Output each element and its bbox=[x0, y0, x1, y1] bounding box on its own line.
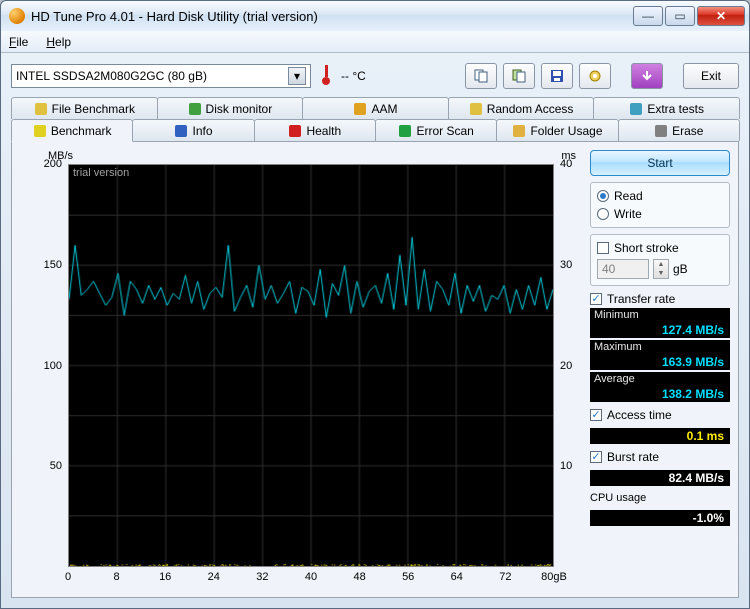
app-window: HD Tune Pro 4.01 - Hard Disk Utility (tr… bbox=[0, 0, 750, 609]
copy-screenshot-button[interactable] bbox=[503, 63, 535, 89]
menu-help[interactable]: Help bbox=[46, 35, 71, 49]
chart-area: MB/s ms 50100150200 10203040 trial versi… bbox=[20, 150, 582, 589]
short-stroke-check[interactable]: Short stroke bbox=[597, 241, 723, 255]
cpu-usage-value: -1.0% bbox=[590, 510, 730, 526]
tab-info[interactable]: Info bbox=[132, 119, 254, 141]
tab-benchmark[interactable]: Benchmark bbox=[11, 119, 133, 142]
short-stroke-spinner[interactable]: ▲▼ bbox=[653, 259, 669, 279]
tab-random-access[interactable]: Random Access bbox=[448, 97, 595, 119]
menubar: File Help bbox=[1, 31, 749, 53]
burst-rate-value: 82.4 MB/s bbox=[590, 470, 730, 486]
thermometer-icon bbox=[319, 65, 333, 87]
options-button[interactable] bbox=[579, 63, 611, 89]
chevron-down-icon[interactable]: ▾ bbox=[288, 67, 306, 85]
tab-aam[interactable]: AAM bbox=[302, 97, 449, 119]
average-value: 138.2 MB/s bbox=[590, 386, 730, 402]
exit-button[interactable]: Exit bbox=[683, 63, 739, 89]
sidebar: Start Read Write Short stroke ▲▼ gB ✓Tra… bbox=[590, 150, 730, 589]
minimum-value: 127.4 MB/s bbox=[590, 322, 730, 338]
save-button[interactable] bbox=[541, 63, 573, 89]
tab-health[interactable]: Health bbox=[254, 119, 376, 141]
transfer-rate-check[interactable]: ✓Transfer rate bbox=[590, 292, 730, 306]
start-button[interactable]: Start bbox=[590, 150, 730, 176]
tab-erase[interactable]: Erase bbox=[618, 119, 740, 141]
tab-file-benchmark[interactable]: File Benchmark bbox=[11, 97, 158, 119]
run-button[interactable] bbox=[631, 63, 663, 89]
drive-select[interactable]: INTEL SSDSA2M080G2GC (80 gB) ▾ bbox=[11, 64, 311, 88]
client-area: INTEL SSDSA2M080G2GC (80 gB) ▾ -- °C Exi… bbox=[1, 53, 749, 608]
write-radio[interactable]: Write bbox=[597, 207, 723, 221]
access-time-value: 0.1 ms bbox=[590, 428, 730, 444]
tab-error-scan[interactable]: Error Scan bbox=[375, 119, 497, 141]
window-title: HD Tune Pro 4.01 - Hard Disk Utility (tr… bbox=[31, 9, 633, 24]
cpu-usage-label: CPU usage bbox=[590, 492, 730, 504]
maximize-button[interactable]: ▭ bbox=[665, 6, 695, 26]
tab-disk-monitor[interactable]: Disk monitor bbox=[157, 97, 304, 119]
benchmark-panel: MB/s ms 50100150200 10203040 trial versi… bbox=[11, 141, 739, 598]
burst-rate-check[interactable]: ✓Burst rate bbox=[590, 450, 730, 464]
watermark: trial version bbox=[73, 167, 129, 179]
tab-extra-tests[interactable]: Extra tests bbox=[593, 97, 740, 119]
app-icon bbox=[9, 8, 25, 24]
tab-folder-usage[interactable]: Folder Usage bbox=[496, 119, 618, 141]
chart-canvas: trial version bbox=[68, 164, 554, 567]
minimize-button[interactable]: ― bbox=[633, 6, 663, 26]
copy-info-button[interactable] bbox=[465, 63, 497, 89]
close-button[interactable]: ✕ bbox=[697, 6, 745, 26]
titlebar[interactable]: HD Tune Pro 4.01 - Hard Disk Utility (tr… bbox=[1, 1, 749, 31]
tabstrip: File BenchmarkDisk monitorAAMRandom Acce… bbox=[11, 97, 739, 141]
read-radio[interactable]: Read bbox=[597, 189, 723, 203]
short-stroke-input bbox=[597, 259, 649, 279]
maximum-value: 163.9 MB/s bbox=[590, 354, 730, 370]
drive-select-value: INTEL SSDSA2M080G2GC (80 gB) bbox=[16, 69, 207, 83]
access-time-check[interactable]: ✓Access time bbox=[590, 408, 730, 422]
menu-file[interactable]: File bbox=[9, 35, 28, 49]
temperature-value: -- °C bbox=[341, 69, 366, 83]
toolbar: INTEL SSDSA2M080G2GC (80 gB) ▾ -- °C Exi… bbox=[11, 59, 739, 93]
